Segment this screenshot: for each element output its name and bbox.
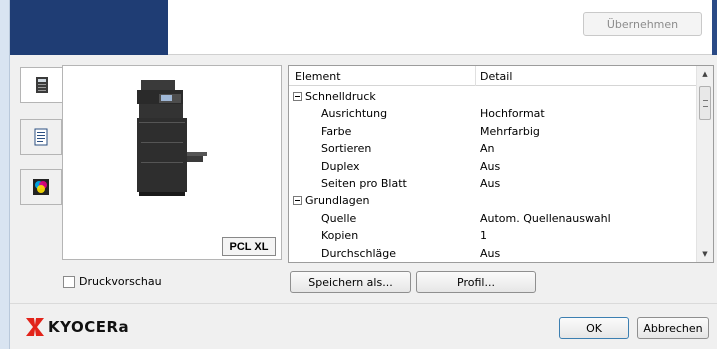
- profile-button[interactable]: Profil...: [416, 271, 536, 293]
- table-row[interactable]: Duplex Aus: [289, 158, 697, 175]
- table-row[interactable]: Durchschläge Aus: [289, 245, 697, 262]
- printer-image: [137, 80, 207, 196]
- table-scrollbar[interactable]: ▲ ▼: [696, 66, 713, 262]
- cancel-button[interactable]: Abbrechen: [637, 317, 709, 339]
- window-right-edge: [712, 0, 717, 55]
- group-label: Schnelldruck: [305, 90, 376, 103]
- setting-value: Hochformat: [480, 107, 545, 121]
- setting-value: Aus: [480, 176, 501, 190]
- setting-label: Kopien: [321, 229, 359, 243]
- setting-value: An: [480, 142, 495, 156]
- tab-printer[interactable]: [20, 67, 63, 103]
- scroll-up-icon[interactable]: ▲: [697, 66, 713, 82]
- table-row[interactable]: Seiten pro Blatt Aus: [289, 175, 697, 192]
- ok-button[interactable]: OK: [559, 317, 629, 339]
- side-tab-strip: [20, 67, 63, 207]
- tab-color[interactable]: [20, 169, 62, 205]
- table-row[interactable]: Sortieren An: [289, 140, 697, 157]
- collapse-icon[interactable]: [293, 196, 302, 206]
- scroll-thumb[interactable]: [699, 86, 711, 120]
- save-as-button[interactable]: Speichern als...: [290, 271, 411, 293]
- table-body: Schnelldruck Ausrichtung Hochformat Farbe Me…: [289, 88, 697, 262]
- setting-label: Seiten pro Blatt: [321, 176, 407, 190]
- table-group-row[interactable]: Schnelldruck: [289, 88, 697, 105]
- setting-value: Mehrfarbig: [480, 124, 540, 138]
- setting-value: Aus: [480, 246, 501, 260]
- brand-logo: KYOCERa: [26, 318, 129, 336]
- footer-divider: [10, 303, 717, 304]
- table-row[interactable]: Kopien 1: [289, 227, 697, 244]
- pdl-badge: PCL XL: [222, 237, 276, 256]
- header-blue-panel: [10, 0, 168, 55]
- tab-document[interactable]: [20, 119, 62, 155]
- table-header: Element Detail: [289, 66, 697, 86]
- scroll-down-icon[interactable]: ▼: [697, 246, 713, 262]
- column-divider[interactable]: [475, 66, 476, 86]
- setting-value: Autom. Quellenauswahl: [480, 211, 611, 225]
- setting-label: Quelle: [321, 211, 357, 225]
- setting-label: Duplex: [321, 159, 360, 173]
- setting-label: Farbe: [321, 124, 352, 138]
- brand-name: KYOCERa: [48, 318, 130, 336]
- setting-label: Ausrichtung: [321, 107, 388, 121]
- setting-label: Sortieren: [321, 142, 372, 156]
- color-icon: [33, 179, 49, 195]
- printer-icon: [36, 77, 48, 93]
- column-header-detail[interactable]: Detail: [480, 70, 512, 83]
- table-row[interactable]: Quelle Autom. Quellenauswahl: [289, 210, 697, 227]
- setting-label: Durchschläge: [321, 246, 397, 260]
- table-group-row[interactable]: Grundlagen: [289, 192, 697, 209]
- preview-checkbox-label[interactable]: Druckvorschau: [79, 275, 162, 288]
- setting-value: 1: [480, 229, 487, 243]
- collapse-icon[interactable]: [293, 92, 302, 101]
- kyocera-logo-icon: [26, 318, 44, 336]
- column-header-element[interactable]: Element: [295, 70, 341, 83]
- table-row[interactable]: Ausrichtung Hochformat: [289, 105, 697, 122]
- printer-preview-panel: [62, 65, 282, 260]
- window-left-border: [0, 0, 10, 349]
- apply-button[interactable]: Übernehmen: [583, 12, 702, 36]
- settings-table: Element Detail Schnelldruck Ausrichtung Ho…: [288, 65, 714, 263]
- setting-value: Aus: [480, 159, 501, 173]
- group-label: Grundlagen: [305, 194, 370, 208]
- preview-checkbox[interactable]: [63, 276, 75, 288]
- table-row[interactable]: Farbe Mehrfarbig: [289, 123, 697, 140]
- document-icon: [34, 128, 48, 146]
